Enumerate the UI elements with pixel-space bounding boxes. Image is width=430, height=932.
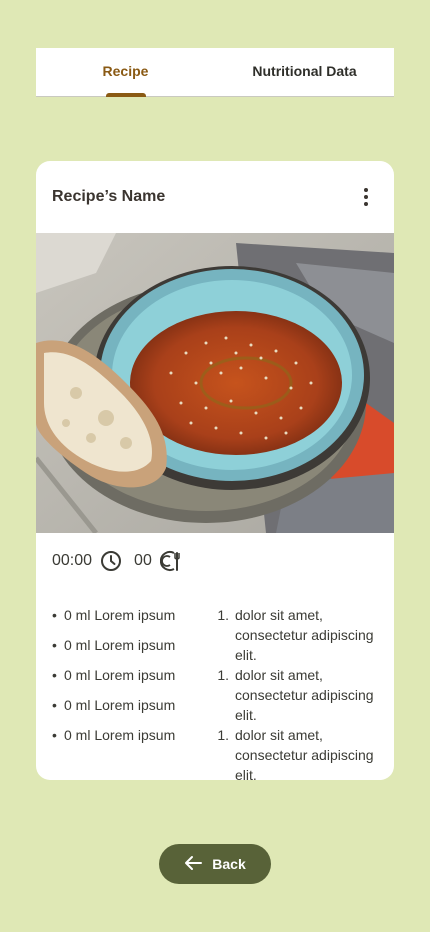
ingredients-list: • 0 ml Lorem ipsum • 0 ml Lorem ipsum • 0 m… <box>52 605 175 755</box>
recipe-card: Recipe’s Name 00:00 00 • 0 ml Lorem ipsu… <box>36 161 394 780</box>
list-item: • 0 ml Lorem ipsum <box>52 697 176 713</box>
recipe-meta: 00:00 00 <box>52 549 194 573</box>
back-button[interactable]: Back <box>159 844 271 884</box>
tab-recipe[interactable]: Recipe <box>36 48 215 97</box>
clock-icon <box>100 550 122 572</box>
list-item: • 0 ml Lorem ipsum <box>52 637 176 653</box>
arrow-left-icon <box>184 855 203 874</box>
list-item: • 0 ml Lorem ipsum <box>52 667 176 683</box>
recipe-photo <box>36 233 394 533</box>
list-item: • 0 ml Lorem ipsum <box>52 607 176 623</box>
list-item: 1. dolor sit amet, consectetur adipiscing… <box>217 667 374 723</box>
tab-bar: Recipe Nutritional Data <box>36 48 394 97</box>
servings-count: 00 <box>134 552 152 569</box>
more-options-button[interactable] <box>352 185 380 209</box>
list-item: 1. dolor sit amet, consectetur adipiscing… <box>217 727 374 780</box>
list-item: 1. dolor sit amet, consectetur adipiscing… <box>217 607 374 663</box>
list-item: • 0 ml Lorem ipsum <box>52 727 176 743</box>
active-tab-indicator <box>105 93 146 97</box>
recipe-name: Recipe’s Name <box>52 188 166 205</box>
tab-nutritional-data-label: Nutritional Data <box>252 63 357 79</box>
more-vert-icon <box>364 188 368 192</box>
plate-utensils-icon <box>159 550 182 572</box>
prep-time: 00:00 <box>52 552 93 569</box>
tab-nutritional-data[interactable]: Nutritional Data <box>215 48 394 96</box>
steps-list: 1. dolor sit amet, consectetur adipiscing… <box>212 605 382 780</box>
back-button-label: Back <box>212 856 246 872</box>
tab-recipe-label: Recipe <box>102 63 149 79</box>
